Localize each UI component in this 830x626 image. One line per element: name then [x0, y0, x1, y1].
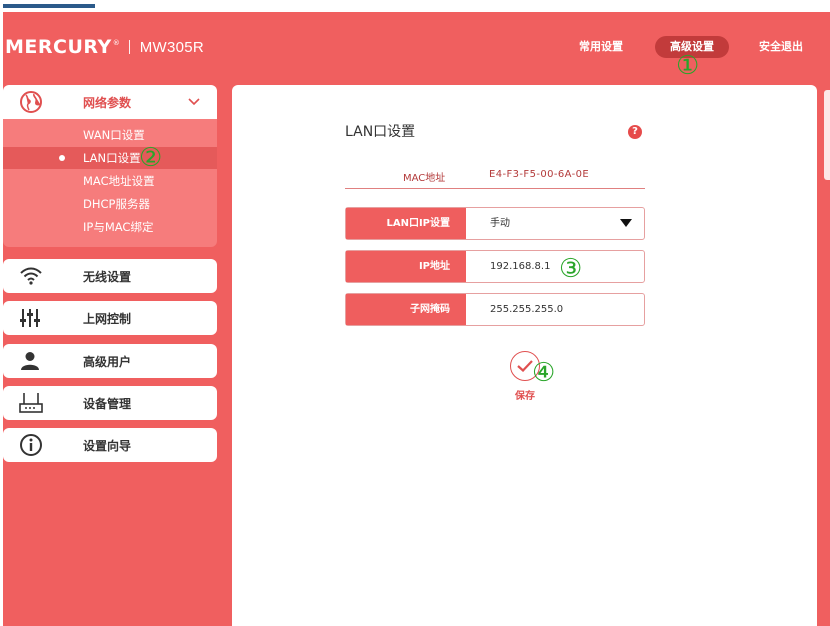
field-label: LAN口IP设置 — [346, 208, 466, 239]
sliders-icon — [19, 306, 55, 330]
wifi-icon — [19, 264, 55, 288]
nav-advanced-settings[interactable]: 高级设置 — [655, 36, 729, 58]
field-value[interactable]: 192.168.8.1 — [490, 251, 550, 282]
field-value[interactable]: 255.255.255.0 — [490, 294, 563, 325]
info-icon — [19, 433, 55, 457]
sidebar-item-label: 网络参数 — [83, 95, 132, 110]
field-value: 手动 — [490, 218, 510, 229]
browser-top-strip — [0, 0, 830, 10]
top-nav: 常用设置 高级设置 安全退出 — [3, 36, 830, 58]
sidebar-item-label: 高级用户 — [83, 354, 132, 369]
sidebar-item-internet-control[interactable]: 上网控制 — [3, 301, 217, 335]
mac-address-row: MAC地址 E4-F3-F5-00-6A-0E — [345, 163, 645, 189]
sidebar-item-internet-control-head[interactable]: 上网控制 — [3, 301, 217, 335]
checkmark-icon — [510, 351, 540, 381]
page-title: LAN口设置 — [345, 124, 416, 140]
sidebar-item-device-management-head[interactable]: 设备管理 — [3, 386, 217, 420]
sidebar-item-wireless[interactable]: 无线设置 — [3, 259, 217, 293]
help-icon[interactable]: ? — [628, 125, 642, 139]
nav-common-settings[interactable]: 常用设置 — [573, 36, 629, 58]
ip-address-field[interactable]: IP地址 192.168.8.1 — [345, 250, 645, 283]
chevron-down-icon[interactable] — [187, 94, 201, 113]
sidebar-item-setup-wizard-head[interactable]: 设置向导 — [3, 428, 217, 462]
sidebar-item-network[interactable]: 网络参数 — [3, 85, 217, 119]
sidebar-item-wireless-head[interactable]: 无线设置 — [3, 259, 217, 293]
globe-icon — [19, 90, 55, 114]
save-button[interactable]: 保存 — [508, 351, 542, 402]
submenu-wan[interactable]: WAN口设置 — [3, 124, 217, 146]
sidebar-item-device-management[interactable]: 设备管理 — [3, 386, 217, 420]
network-submenu: WAN口设置 LAN口设置 MAC地址设置 DHCP服务器 IP与MAC绑定 — [3, 119, 217, 247]
submenu-lan-label: LAN口设置 — [83, 151, 141, 165]
sidebar-item-label: 无线设置 — [83, 269, 132, 284]
sidebar-item-advanced-users-head[interactable]: 高级用户 — [3, 344, 217, 378]
sidebar-item-setup-wizard[interactable]: 设置向导 — [3, 428, 217, 462]
active-dot — [59, 155, 65, 161]
submenu-mac[interactable]: MAC地址设置 — [3, 170, 217, 192]
lan-ip-mode-select[interactable]: LAN口IP设置 手动 — [345, 207, 645, 240]
sidebar-item-label: 设备管理 — [83, 396, 132, 411]
mac-address-value: E4-F3-F5-00-6A-0E — [489, 169, 590, 180]
content-panel: LAN口设置 ? MAC地址 E4-F3-F5-00-6A-0E LAN口IP设… — [232, 85, 817, 626]
sidebar-item-advanced-users[interactable]: 高级用户 — [3, 344, 217, 378]
sidebar-item-label: 上网控制 — [83, 311, 132, 326]
field-label: IP地址 — [346, 251, 466, 282]
user-icon — [19, 349, 55, 373]
submenu-dhcp[interactable]: DHCP服务器 — [3, 193, 217, 215]
submenu-lan[interactable]: LAN口设置 — [3, 147, 217, 169]
mac-address-label: MAC地址 — [403, 173, 446, 184]
router-icon — [19, 391, 55, 415]
right-edge-panel — [824, 90, 830, 180]
submenu-ip-mac-binding[interactable]: IP与MAC绑定 — [3, 216, 217, 238]
sidebar-item-network-head[interactable]: 网络参数 — [3, 85, 217, 119]
dropdown-caret-icon[interactable] — [620, 219, 632, 227]
nav-logout[interactable]: 安全退出 — [753, 36, 809, 58]
tab-indicator — [3, 4, 95, 8]
sidebar-item-label: 设置向导 — [83, 438, 132, 453]
save-label: 保存 — [515, 391, 535, 402]
field-label: 子网掩码 — [346, 294, 466, 325]
router-admin-app: MERCURY ® MW305R 常用设置 高级设置 安全退出 ① 网络参数 W… — [3, 12, 830, 626]
subnet-mask-field[interactable]: 子网掩码 255.255.255.0 — [345, 293, 645, 326]
